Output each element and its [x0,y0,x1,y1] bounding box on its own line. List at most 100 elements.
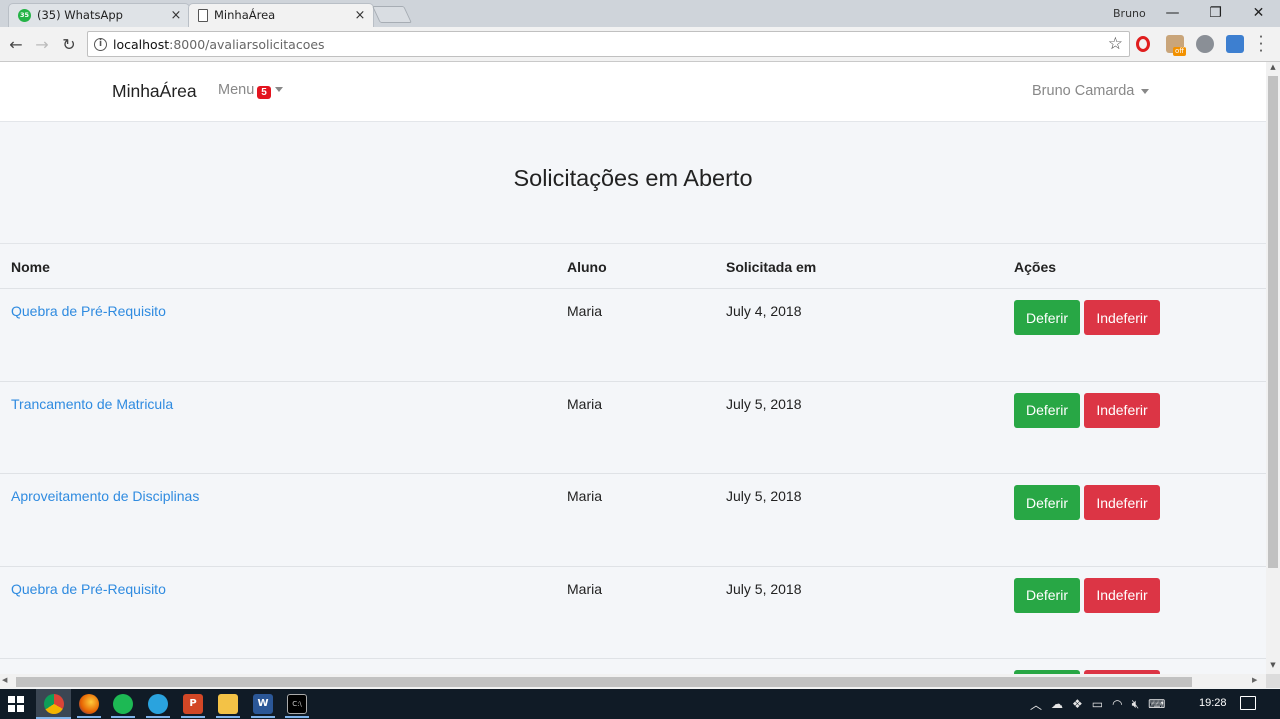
scroll-down-arrow-icon[interactable]: ▼ [1266,661,1280,673]
student-name: Maria [567,303,603,319]
notifications-icon[interactable] [1240,696,1256,710]
vertical-scrollbar-thumb[interactable] [1268,76,1278,568]
table-row: Quebra de Pré-Requisito Maria July 4, 20… [0,289,1266,382]
request-name-link[interactable]: Trancamento de Matricula [11,396,173,412]
chevron-up-icon[interactable]: ︿ [1030,696,1042,713]
battery-icon[interactable]: ▭ [1092,697,1103,711]
indeferir-button[interactable]: Indeferir [1084,300,1160,335]
column-header-acoes: Ações [1014,259,1057,275]
scroll-left-arrow-icon[interactable]: ◀ [2,676,7,684]
word-icon[interactable]: W [253,694,273,714]
info-icon[interactable]: i [94,37,107,51]
spotify-icon[interactable] [113,694,133,714]
dropbox-icon[interactable]: ❖ [1072,697,1083,711]
request-date: July 5, 2018 [726,580,802,597]
page-viewport: MinhaÁrea Menu 5 Bruno Camarda Solicitaç… [0,62,1266,674]
horizontal-scrollbar-thumb[interactable] [16,677,1192,687]
scroll-right-arrow-icon[interactable]: ▶ [1252,676,1257,684]
user-name: Bruno Camarda [1032,83,1135,99]
requests-table: Nome Aluno Solicitada em Ações Quebra de… [0,243,1266,674]
maximize-button[interactable]: ❐ [1194,0,1237,26]
onedrive-icon[interactable]: ☁ [1051,697,1063,711]
wifi-icon[interactable]: ◠ [1112,697,1122,711]
url-path: :8000/avaliarsolicitacoes [169,36,325,52]
volume-muted-icon[interactable]: 🔇︎ [1132,697,1140,712]
powerpoint-icon[interactable]: P [183,694,203,714]
site-brand[interactable]: MinhaÁrea [112,81,197,102]
document-icon [198,8,208,22]
taskbar-clock[interactable]: 19:28 [1199,697,1227,709]
deferir-button[interactable]: Deferir [1014,485,1080,520]
site-navbar: MinhaÁrea Menu 5 Bruno Camarda [0,62,1266,122]
telegram-icon[interactable] [148,694,168,714]
indeferir-button[interactable]: Indeferir [1084,485,1160,520]
url-host: localhost [113,36,170,52]
running-indicator [77,716,101,718]
chrome-icon[interactable] [44,694,64,714]
student-name: Maria [567,580,603,597]
system-tray: ︿ ☁ ❖ ▭ ◠ 🔇︎ ⌨ [1030,689,1175,719]
table-row: Aproveitamento de Disciplinas Maria July… [0,474,1266,567]
browser-menu-icon[interactable]: · · · [1256,30,1266,59]
keyboard-icon[interactable]: ⌨ [1148,697,1165,711]
tab-minhaarea[interactable]: MinhaÁrea × [188,3,374,27]
cmd-icon[interactable]: C:\ [287,694,307,714]
running-indicator [285,716,309,718]
bookmark-star-icon[interactable]: ☆ [1108,34,1123,54]
extension-badge: off [1173,47,1187,56]
request-date: July 5, 2018 [726,395,802,412]
page-title: Solicitações em Aberto [513,165,753,191]
file-explorer-icon[interactable] [218,694,238,714]
menu-label: Menu [218,81,255,98]
student-name: Maria [567,395,603,412]
running-indicator [181,716,205,718]
profile-button[interactable]: Bruno [1107,5,1152,22]
deferir-button[interactable]: Deferir [1014,300,1080,335]
reload-icon[interactable]: ↻ [59,34,79,54]
opera-extension-icon[interactable] [1136,36,1150,52]
firefox-icon[interactable] [79,694,99,714]
running-indicator [216,716,240,718]
scroll-up-arrow-icon[interactable]: ▲ [1266,63,1280,75]
deferir-button[interactable]: Deferir [1014,577,1080,613]
notification-badge: 5 [257,86,271,99]
table-header: Nome Aluno Solicitada em Ações [0,243,1266,289]
close-icon[interactable]: × [170,8,182,23]
deferir-button[interactable]: Deferir [1014,392,1080,428]
request-date: July 5, 2018 [726,488,802,504]
extension-gear-icon[interactable] [1196,35,1214,53]
table-row: Quebra de Pré-Requisito Maria July 5, 20… [0,567,1266,659]
forward-arrow-icon[interactable]: → [32,34,52,54]
windows-taskbar: P W C:\ ︿ ☁ ❖ ▭ ◠ 🔇︎ ⌨ 19:28 [0,689,1280,719]
request-name-link[interactable]: Quebra de Pré-Requisito [11,303,166,319]
scrollbar-corner [1266,674,1280,688]
column-header-solicitada: Solicitada em [726,259,817,275]
close-window-button[interactable]: ✕ [1237,0,1280,26]
tab-whatsapp[interactable]: 35 (35) WhatsApp × [8,3,190,27]
browser-tab-strip: 35 (35) WhatsApp × MinhaÁrea × Bruno — ❐… [0,0,1280,27]
column-header-aluno: Aluno [567,259,607,275]
request-name-link[interactable]: Quebra de Pré-Requisito [11,581,166,597]
back-arrow-icon[interactable]: ← [6,34,26,54]
menu-dropdown[interactable]: Menu 5 [218,80,283,99]
new-tab-button[interactable] [372,6,412,23]
whatsapp-icon: 35 [18,8,31,22]
table-row-partial [0,659,1266,674]
close-icon[interactable]: × [354,8,366,23]
running-indicator [146,716,170,718]
indeferir-button[interactable]: Indeferir [1084,577,1160,613]
start-button[interactable] [8,696,24,712]
student-name: Maria [567,488,603,504]
indeferir-button[interactable]: Indeferir [1084,392,1160,428]
browser-toolbar: ← → ↻ i localhost:8000/avaliarsolicitaco… [0,27,1280,62]
request-name-link[interactable]: Aproveitamento de Disciplinas [11,488,199,504]
user-dropdown[interactable]: Bruno Camarda [1032,83,1150,99]
extension-blue-icon[interactable] [1226,35,1244,53]
caret-down-icon [274,87,283,92]
address-bar[interactable]: i localhost:8000/avaliarsolicitacoes ☆ [87,31,1130,57]
tab-title: MinhaÁrea [214,8,276,22]
minimize-button[interactable]: — [1151,0,1194,26]
column-header-nome: Nome [11,259,50,275]
running-indicator [251,716,275,718]
caret-down-icon [1141,88,1150,94]
